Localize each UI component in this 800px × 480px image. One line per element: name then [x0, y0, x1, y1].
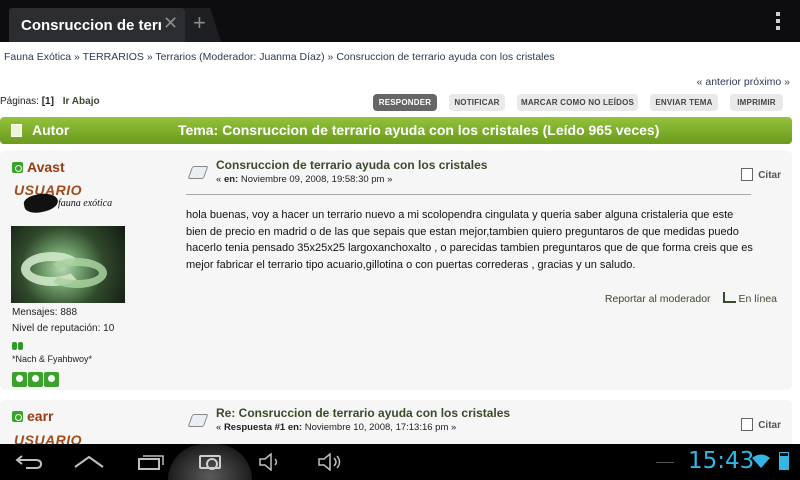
profile-icon[interactable]	[12, 372, 27, 387]
reply-button[interactable]: RESPONDER	[373, 94, 437, 111]
quote-button[interactable]: Citar	[741, 168, 781, 181]
breadcrumb: Fauna Exótica » TERRARIOS » Terrarios (M…	[4, 51, 555, 63]
home-icon[interactable]	[72, 454, 106, 470]
quote-icon	[741, 418, 754, 431]
post-footer: Reportar al moderador En línea	[605, 292, 777, 305]
post-subject[interactable]: Re: Consruccion de terrario ayuda con lo…	[216, 406, 510, 420]
quote-icon	[741, 168, 754, 181]
topic-header-bar: Autor Tema: Consruccion de terrario ayud…	[0, 117, 792, 144]
post-date: « Respuesta #1 en: Noviembre 10, 2008, 1…	[216, 422, 457, 433]
online-status-icon	[12, 411, 23, 422]
document-icon	[11, 124, 22, 137]
print-button[interactable]: IMPRIMIR	[730, 94, 783, 111]
new-tab-button[interactable]: +	[185, 8, 221, 42]
prev-topic-link[interactable]: « anterior	[697, 76, 741, 88]
karma-icon[interactable]	[28, 372, 43, 387]
check-icon[interactable]	[44, 372, 59, 387]
forum-page: Fauna Exótica » TERRARIOS » Terrarios (M…	[0, 42, 800, 444]
topic-title: Tema: Consruccion de terrario ayuda con …	[178, 122, 660, 138]
breadcrumb-item-topic[interactable]: Consruccion de terrario ayuda con los cr…	[336, 51, 554, 63]
back-icon[interactable]	[14, 454, 44, 470]
camera-icon	[199, 455, 221, 470]
online-status: En línea	[723, 292, 777, 305]
pagination: Páginas: [1] Ir Abajo	[0, 96, 100, 107]
poster-custom-title: *Nach & Fyahbwoy*	[12, 354, 93, 364]
post-date: « en: Noviembre 09, 2008, 19:58:30 pm »	[216, 174, 393, 185]
mark-unread-button[interactable]: MARCAR COMO NO LEÍDOS	[517, 94, 638, 111]
next-topic-link[interactable]: próximo »	[744, 76, 790, 88]
close-icon[interactable]: ✕	[163, 14, 178, 32]
online-status-icon	[12, 162, 23, 173]
report-moderator-link[interactable]: Reportar al moderador	[605, 293, 711, 305]
notify-button[interactable]: NOTIFICAR	[449, 94, 505, 111]
author-column-label: Autor	[32, 122, 70, 138]
battery-icon	[779, 452, 789, 470]
browser-tab-bar: Consruccion de terrar ✕ +	[0, 0, 800, 42]
current-page: [1]	[41, 96, 54, 107]
post-subject[interactable]: Consruccion de terrario ayuda con los cr…	[216, 158, 487, 172]
post-body: hola buenas, voy a hacer un terrario nue…	[186, 209, 753, 272]
divider	[186, 194, 751, 195]
send-topic-button[interactable]: ENVIAR TEMA	[650, 94, 718, 111]
online-icon	[723, 292, 737, 303]
topic-navigation: « anterior próximo »	[697, 76, 790, 88]
tab-title: Consruccion de terrar	[21, 17, 161, 34]
avatar	[11, 226, 125, 303]
poster-name[interactable]: earr	[12, 408, 53, 424]
post-icon	[187, 166, 209, 179]
poster-name[interactable]: Avast	[12, 159, 65, 175]
quote-button[interactable]: Citar	[741, 418, 781, 431]
system-navigation-bar: 15:43	[0, 444, 800, 480]
reputation-icon	[12, 337, 24, 355]
browser-tab[interactable]: Consruccion de terrar ✕	[9, 8, 185, 42]
profile-action-icons	[12, 372, 60, 392]
message-count: Mensajes: 888	[12, 307, 78, 318]
volume-down-icon[interactable]	[258, 453, 284, 471]
rank-badge: USUARIO fauna exótica	[14, 182, 129, 216]
wifi-icon	[752, 454, 770, 468]
breadcrumb-item-board[interactable]: Terrarios (Moderador: Juanma Díaz)	[155, 51, 324, 63]
screenshot-button[interactable]	[168, 444, 252, 480]
rank-badge: USUARIO	[14, 432, 83, 444]
breadcrumb-item-home[interactable]: Fauna Exótica	[4, 51, 71, 63]
plus-icon: +	[193, 10, 206, 35]
reputation-level: Nivel de reputación: 10	[12, 323, 115, 334]
status-clock[interactable]: 15:43	[688, 448, 754, 474]
go-down-link[interactable]: Ir Abajo	[63, 96, 100, 107]
forum-post: earr USUARIO Re: Consruccion de terrario…	[0, 400, 792, 444]
forum-post: Avast USUARIO fauna exótica Mensajes: 88…	[0, 150, 792, 390]
volume-up-icon[interactable]	[317, 453, 343, 471]
overflow-menu-icon[interactable]	[776, 12, 780, 33]
post-icon	[187, 414, 209, 427]
recent-apps-icon[interactable]	[135, 453, 165, 471]
pages-label: Páginas:	[0, 96, 39, 107]
breadcrumb-item-terrarios[interactable]: TERRARIOS	[83, 51, 144, 63]
notification-divider	[656, 462, 674, 463]
